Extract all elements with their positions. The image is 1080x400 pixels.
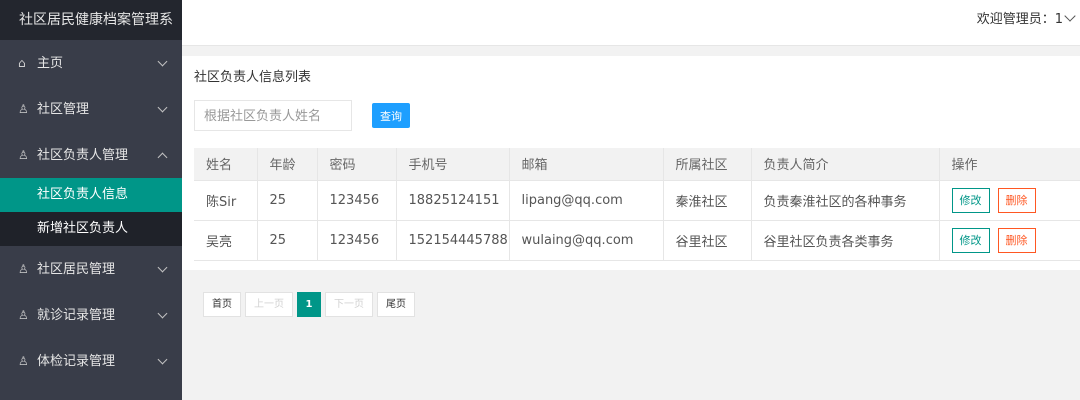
user-icon: ♙ (18, 354, 29, 368)
column-header-community: 所属社区 (663, 148, 752, 181)
chevron-down-icon (158, 338, 168, 384)
sidebar-item-label: 体检记录管理 (37, 354, 116, 369)
column-header-password: 密码 (317, 148, 397, 181)
content-card: 社区负责人信息列表 查询 姓名 年龄 密码 手机号 邮箱 所属社区 负责人简介 … (182, 56, 1080, 270)
cell-password: 123456 (317, 180, 397, 221)
column-header-intro: 负责人简介 (751, 148, 940, 181)
chevron-down-icon (158, 40, 168, 86)
user-menu[interactable]: 欢迎管理员：1 (976, 0, 1076, 40)
sidebar-item-home[interactable]: ⌂ 主页 (0, 40, 182, 86)
sidebar-item-label: 主页 (37, 56, 64, 71)
welcome-text: 欢迎管理员：1 (976, 12, 1063, 27)
column-header-name: 姓名 (194, 148, 258, 181)
column-header-actions: 操作 (939, 148, 1080, 181)
table-row: 吴亮 25 123456 152154445788 wulaing@qq.com… (194, 220, 1080, 261)
cell-intro: 负责秦淮社区的各种事务 (751, 180, 940, 221)
pagination: 首页 上一页 1 下一页 尾页 (203, 292, 415, 317)
chevron-up-icon (158, 132, 168, 178)
sidebar: 社区居民健康档案管理系 ⌂ 主页 ♙ 社区管理 ♙ 社区负责人管理 社区负责人信息 新… (0, 0, 182, 400)
page-title: 社区负责人信息列表 (194, 70, 312, 85)
chevron-down-icon (158, 246, 168, 292)
submenu-item-leader-info[interactable]: 社区负责人信息 (0, 178, 182, 212)
delete-button[interactable]: 删除 (997, 227, 1036, 253)
user-icon: ♙ (18, 148, 29, 162)
column-header-age: 年龄 (257, 148, 318, 181)
submenu-item-add-leader[interactable]: 新增社区负责人 (0, 212, 182, 246)
cell-phone: 18825124151 (396, 180, 510, 221)
user-icon: ♙ (18, 262, 29, 276)
delete-button[interactable]: 删除 (997, 187, 1036, 213)
prev-page-button[interactable]: 上一页 (245, 292, 293, 317)
sidebar-item-checkup-records[interactable]: ♙ 体检记录管理 (0, 338, 182, 384)
top-header: 欢迎管理员：1 (182, 0, 1080, 46)
table-header-row: 姓名 年龄 密码 手机号 邮箱 所属社区 负责人简介 操作 (194, 148, 1080, 181)
column-header-email: 邮箱 (509, 148, 664, 181)
search-input[interactable] (194, 100, 352, 131)
sidebar-item-residents[interactable]: ♙ 社区居民管理 (0, 246, 182, 292)
cell-email: wulaing@qq.com (509, 220, 664, 261)
edit-button[interactable]: 修改 (951, 227, 990, 253)
next-page-button[interactable]: 下一页 (325, 292, 373, 317)
sidebar-item-label: 社区居民管理 (37, 262, 116, 277)
current-page[interactable]: 1 (297, 292, 321, 317)
cell-password: 123456 (317, 220, 397, 261)
cell-actions: 修改 删除 (939, 220, 1080, 261)
cell-actions: 修改 删除 (939, 180, 1080, 221)
table-row: 陈Sir 25 123456 18825124151 lipang@qq.com… (194, 180, 1080, 221)
cell-age: 25 (257, 180, 318, 221)
app-title: 社区居民健康档案管理系 (0, 0, 182, 40)
sidebar-item-label: 社区负责人管理 (37, 148, 129, 163)
home-icon: ⌂ (18, 56, 26, 70)
cell-age: 25 (257, 220, 318, 261)
sidebar-item-community-leader[interactable]: ♙ 社区负责人管理 (0, 132, 182, 178)
cell-intro: 谷里社区负责各类事务 (751, 220, 940, 261)
cell-community: 谷里社区 (663, 220, 752, 261)
chevron-down-icon (1064, 10, 1076, 22)
leader-table: 姓名 年龄 密码 手机号 邮箱 所属社区 负责人简介 操作 陈Sir 25 12… (194, 148, 1080, 261)
cell-email: lipang@qq.com (509, 180, 664, 221)
column-header-phone: 手机号 (396, 148, 510, 181)
chevron-down-icon (158, 292, 168, 338)
first-page-button[interactable]: 首页 (203, 292, 241, 317)
search-button[interactable]: 查询 (372, 103, 410, 128)
user-icon: ♙ (18, 102, 29, 116)
chevron-down-icon (158, 86, 168, 132)
last-page-button[interactable]: 尾页 (377, 292, 415, 317)
submenu: 社区负责人信息 新增社区负责人 (0, 178, 182, 246)
sidebar-item-label: 社区管理 (37, 102, 90, 117)
cell-phone: 152154445788 (396, 220, 510, 261)
user-icon: ♙ (18, 308, 29, 322)
cell-name: 陈Sir (194, 180, 258, 221)
sidebar-item-label: 就诊记录管理 (37, 308, 116, 323)
cell-name: 吴亮 (194, 220, 258, 261)
cell-community: 秦淮社区 (663, 180, 752, 221)
edit-button[interactable]: 修改 (951, 187, 990, 213)
sidebar-item-visit-records[interactable]: ♙ 就诊记录管理 (0, 292, 182, 338)
sidebar-item-community[interactable]: ♙ 社区管理 (0, 86, 182, 132)
